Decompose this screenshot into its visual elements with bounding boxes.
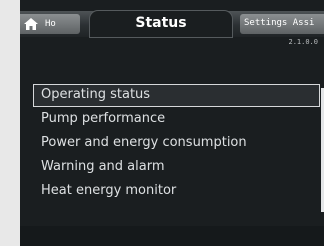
status-menu: Operating status Pump performance Power … (33, 84, 320, 204)
bottom-bar (20, 226, 324, 246)
menu-item-warning-alarm[interactable]: Warning and alarm (33, 156, 320, 179)
menu-item-pump-performance[interactable]: Pump performance (33, 108, 320, 131)
tab-settings[interactable]: Settings Assi (240, 14, 324, 34)
device-screen: Ho Status Settings Assi 2.1.0.0 Operatin… (20, 0, 324, 246)
tab-settings-label: Settings Assi (244, 18, 315, 28)
menu-item-power-energy[interactable]: Power and energy consumption (33, 132, 320, 155)
home-icon (24, 18, 38, 30)
tab-status-label: Status (135, 15, 187, 31)
version-label: 2.1.0.0 (288, 38, 318, 46)
tab-home-label: Ho (45, 19, 56, 29)
tab-home[interactable]: Ho (20, 14, 80, 34)
menu-item-operating-status[interactable]: Operating status (33, 84, 320, 107)
menu-item-heat-energy-monitor[interactable]: Heat energy monitor (33, 180, 320, 203)
tab-status[interactable]: Status (90, 11, 232, 37)
